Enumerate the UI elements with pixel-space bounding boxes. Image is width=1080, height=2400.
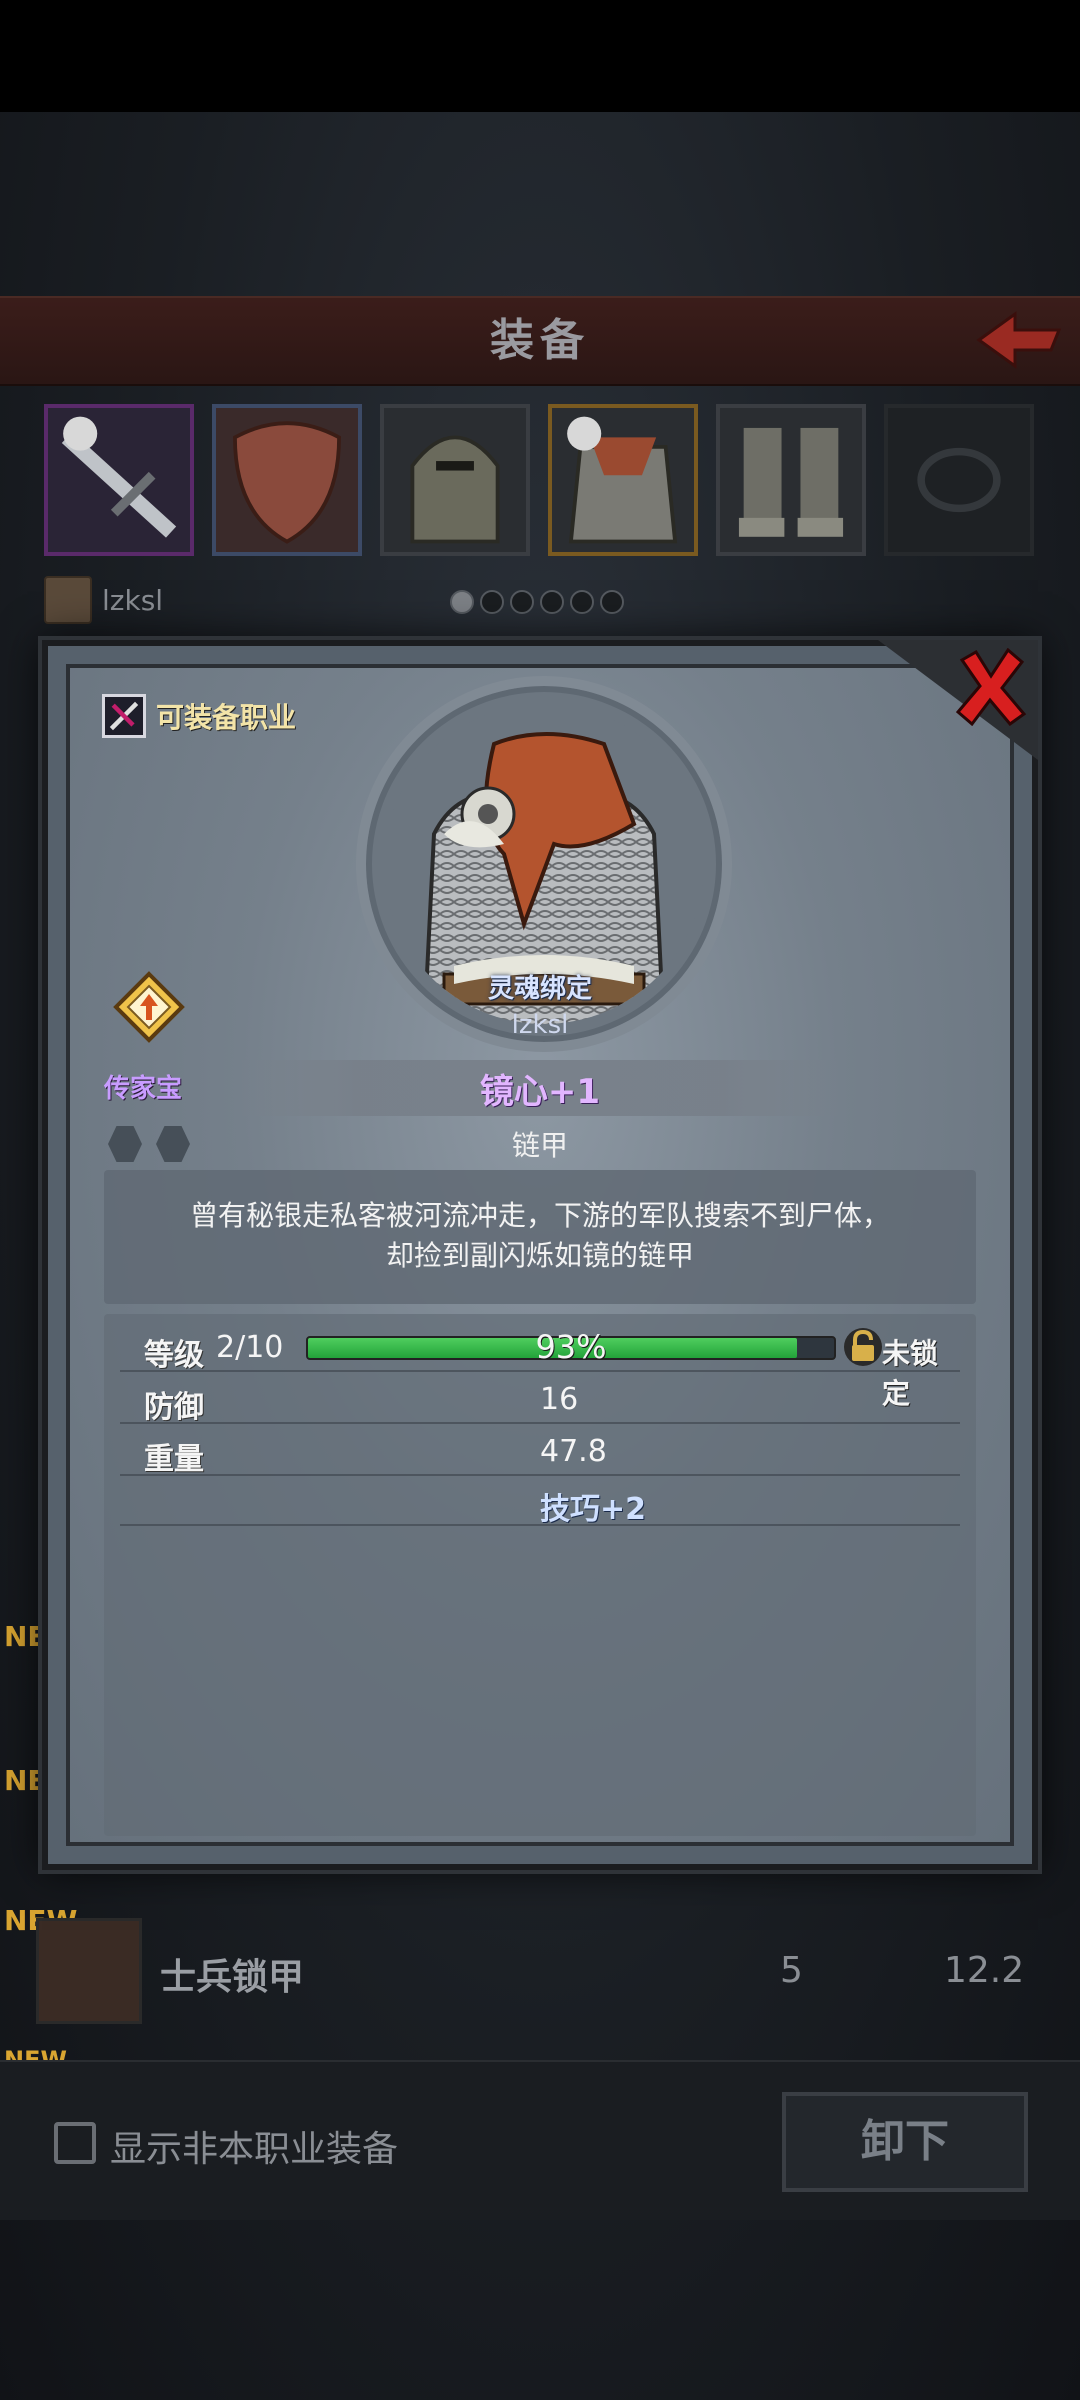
close-button[interactable] bbox=[954, 647, 1028, 727]
stat-bonus: 技巧+2 bbox=[540, 1492, 647, 1527]
equippable-class-label: 可装备职业 bbox=[156, 701, 297, 734]
socket-slots bbox=[108, 1126, 190, 1162]
item-owner-name: lzksl bbox=[511, 1010, 569, 1040]
level-label: 等级 bbox=[144, 1338, 204, 1373]
weight-row: 重量 47.8 bbox=[120, 1426, 960, 1477]
empty-slot[interactable] bbox=[884, 404, 1034, 556]
pager-dot[interactable] bbox=[600, 590, 624, 614]
xp-percent: 93% bbox=[535, 1328, 607, 1366]
screen-title: 装备 bbox=[490, 315, 590, 366]
unequip-button[interactable]: 卸下 bbox=[782, 2092, 1028, 2192]
item-description: 曾有秘银走私客被河流冲走，下游的军队搜索不到尸体， 却捡到副闪烁如镜的链甲 bbox=[120, 1196, 960, 1276]
class-icon bbox=[102, 694, 146, 738]
pager-dot[interactable] bbox=[510, 590, 534, 614]
item-weight: 12.2 bbox=[944, 1950, 1025, 1991]
pager-dot[interactable] bbox=[540, 590, 564, 614]
weapon-slot[interactable] bbox=[44, 404, 194, 556]
helmet-slot[interactable] bbox=[380, 404, 530, 556]
equippable-class-row[interactable]: 可装备职业 bbox=[102, 694, 296, 738]
hero-avatar bbox=[44, 576, 92, 624]
item-title: 镜心+1 bbox=[479, 1072, 601, 1112]
heirloom-icon[interactable] bbox=[112, 970, 186, 1044]
bonus-row: 技巧+2 bbox=[120, 1476, 960, 1527]
padlock-icon[interactable] bbox=[842, 1326, 884, 1368]
pager-dot[interactable] bbox=[480, 590, 504, 614]
back-arrow-icon[interactable] bbox=[975, 308, 1065, 372]
level-value: 2/10 bbox=[216, 1330, 284, 1365]
hexagon-socket-icon bbox=[156, 1126, 190, 1162]
defense-value: 16 bbox=[540, 1382, 579, 1417]
armor-slot-selected[interactable] bbox=[548, 404, 698, 556]
weight-label: 重量 bbox=[144, 1442, 204, 1477]
status-bar bbox=[0, 0, 1080, 112]
level-row: 等级 2/10 93% 未锁定 bbox=[120, 1322, 960, 1410]
pager-dot[interactable] bbox=[450, 590, 474, 614]
item-thumbnail bbox=[36, 1918, 142, 2024]
close-icon bbox=[955, 647, 1027, 727]
heirloom-label: 传家宝 bbox=[104, 1074, 183, 1104]
hero-owner-row: lzksl bbox=[44, 574, 163, 626]
hexagon-socket-icon bbox=[108, 1126, 142, 1162]
item-defense: 5 bbox=[780, 1950, 803, 1991]
item-name: 士兵锁甲 bbox=[160, 1957, 305, 1998]
equipment-slot-row bbox=[0, 404, 1080, 560]
list-item[interactable]: NEW 士兵锁甲 5 12.2 bbox=[4, 1904, 1050, 2030]
trinket-slot-shield[interactable] bbox=[212, 404, 362, 556]
hero-name: lzksl bbox=[102, 583, 164, 617]
item-type: 链甲 bbox=[511, 1129, 568, 1162]
weight-value: 47.8 bbox=[540, 1434, 607, 1469]
description-line: 曾有秘银走私客被河流冲走，下游的军队搜索不到尸体， bbox=[189, 1199, 890, 1232]
show-other-class-label: 显示非本职业装备 bbox=[110, 2129, 399, 2170]
defense-label: 防御 bbox=[144, 1390, 204, 1425]
soulbound-label: 灵魂绑定 bbox=[487, 974, 592, 1004]
show-other-class-checkbox[interactable] bbox=[54, 2122, 96, 2164]
defense-row: 防御 16 bbox=[120, 1374, 960, 1425]
pager-dot[interactable] bbox=[570, 590, 594, 614]
boots-slot[interactable] bbox=[716, 404, 866, 556]
pager-dots bbox=[450, 590, 624, 614]
description-line: 却捡到副闪烁如镜的链甲 bbox=[385, 1239, 694, 1272]
